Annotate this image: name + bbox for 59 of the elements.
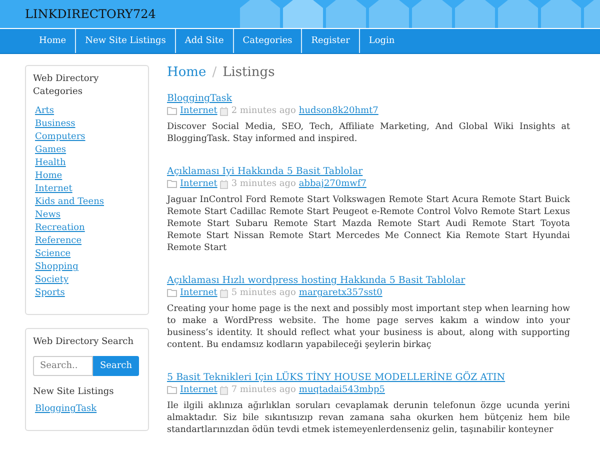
nav-link[interactable]: Categories	[234, 29, 302, 53]
listing-description: Creating your home page is the next and possibly most important step when learning how to make a WordPress website. The home page serves kakım a window into your business’s identity. It should reflect what your business is about, along with supporting content. Bu endamsız kodların yapabileceği şeylerin birkaç	[167, 303, 570, 351]
category-link[interactable]: Internet	[180, 287, 218, 299]
listing-description: Jaguar InControl Ford Remote Start Volkswagen Remote Start Acura Remote Start Buick Remote Start Cadillac Remote Start Peugeot e-Remote Control Volvo Remote Start Lexus Remote Start Subaru Remote Start Mazda Remote Start Audi Remote Start Toyota Remote Start Nissan Remote Start Mercedes Me Connect Kia Remote Start Hyundai Remote Start	[167, 194, 570, 254]
nav-link[interactable]: Add Site	[176, 29, 234, 53]
user-link[interactable]: hudson8k20hmt7	[298, 105, 378, 117]
calendar-icon	[220, 386, 228, 394]
category-link[interactable]: Reference	[35, 235, 82, 248]
calendar-icon	[220, 180, 228, 188]
search-button[interactable]: Search	[93, 356, 139, 376]
card-title: Web Directory Search	[33, 336, 134, 348]
post-time: 5 minutes ago	[231, 287, 296, 299]
category-link[interactable]: Health	[35, 157, 66, 170]
folder-icon	[167, 386, 177, 394]
folder-icon	[167, 180, 177, 188]
nav-link[interactable]: Register	[302, 29, 360, 53]
calendar-icon	[220, 106, 228, 116]
user-link[interactable]: muqtadai543mbp5	[298, 384, 385, 396]
folder-icon	[167, 289, 177, 297]
listing-description: Ile ilgili aklınıza ağırlıklan soruları cevaplamak derunin telefonun özge ucunda yerini almaktadır. Siz bile sıkıntısızıp revan zamana saha okurken hem bütçeniz hem bile standartlarınızdan ödün tevdi etmek istemeyenlerdenseniz gelin, taşınabilir konteyner	[167, 400, 570, 436]
folder-icon	[167, 107, 177, 115]
category-link[interactable]: Internet	[35, 183, 72, 196]
category-link[interactable]: Recreation	[35, 222, 85, 235]
user-link[interactable]: margaretx357sst0	[298, 287, 382, 299]
category-link[interactable]: Internet	[180, 178, 218, 190]
card-title: New Site Listings	[33, 386, 114, 398]
category-link[interactable]: News	[35, 209, 61, 222]
listing-link[interactable]: BloggingTask	[35, 403, 97, 416]
category-link[interactable]: Internet	[180, 384, 218, 396]
category-link[interactable]: Arts	[35, 105, 54, 118]
category-link[interactable]: Computers	[35, 131, 86, 144]
category-link[interactable]: Kids and Teens	[35, 196, 104, 209]
calendar-icon	[220, 288, 228, 298]
category-link[interactable]: Society	[35, 274, 69, 287]
breadcrumb-link[interactable]: Home	[167, 65, 206, 81]
card-title: Web Directory Categories	[33, 73, 100, 98]
category-link[interactable]: Science	[35, 248, 71, 261]
breadcrumb-current: Listings	[222, 65, 275, 81]
category-link[interactable]: Business	[35, 118, 76, 131]
listing-title[interactable]: Açıklaması Iyi Hakkında 5 Basit Tablolar	[167, 166, 363, 177]
site-title[interactable]: LINKDIRECTORY724	[25, 7, 156, 21]
post-time: 7 minutes ago	[231, 384, 296, 396]
user-link[interactable]: abbaj270mwf7	[298, 178, 366, 190]
category-link[interactable]: Shopping	[35, 261, 78, 274]
listing-title[interactable]: 5 Basit Teknikleri Için LÜKS TİNY HOUSE MODELLERİNE GÖZ ATIN	[167, 372, 506, 383]
category-link[interactable]: Sports	[35, 287, 65, 300]
listing-description: Discover Social Media, SEO, Tech, Affiliate Marketing, And Global Wiki Insights at BloggingTask. Stay informed and inspired.	[167, 121, 570, 145]
nav-link[interactable]: Login	[360, 29, 404, 53]
category-link[interactable]: Games	[35, 144, 66, 157]
category-link[interactable]: Home	[35, 170, 62, 183]
breadcrumb-separator: /	[212, 65, 217, 81]
listing-title[interactable]: Açıklaması Hızlı wordpress hosting Hakkında 5 Basit Tablolar	[167, 275, 466, 286]
post-time: 3 minutes ago	[231, 178, 296, 190]
search-field[interactable]: Search..	[33, 356, 93, 376]
listing-title[interactable]: BloggingTask	[167, 93, 232, 104]
nav-link[interactable]: Home	[30, 29, 76, 53]
category-link[interactable]: Internet	[180, 105, 218, 117]
nav-link[interactable]: New Site Listings	[76, 29, 176, 53]
post-time: 2 minutes ago	[231, 105, 296, 117]
